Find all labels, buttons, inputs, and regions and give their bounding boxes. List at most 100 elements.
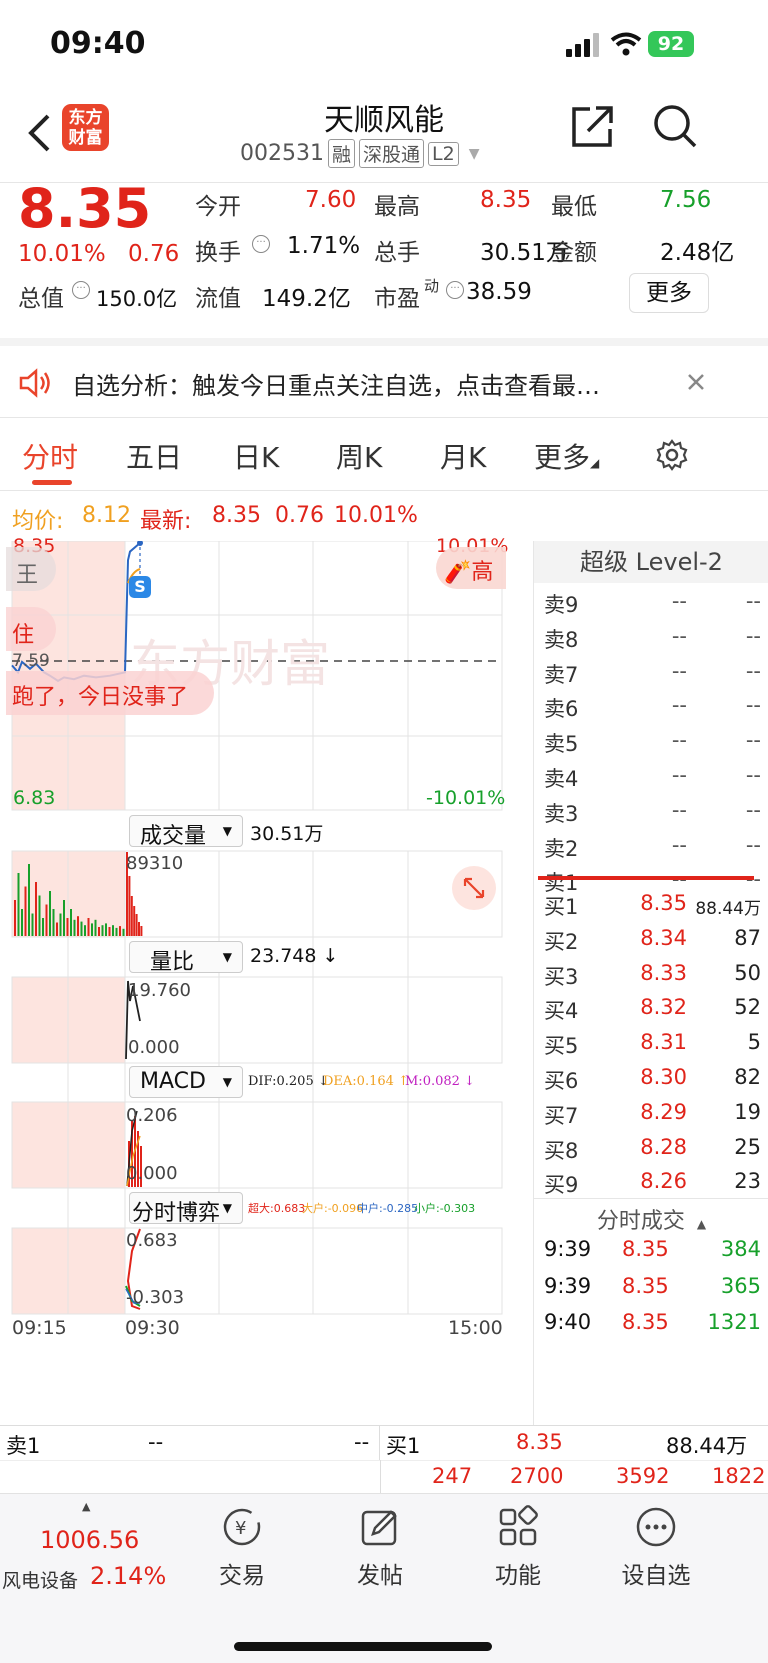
pe-info-icon[interactable]: ··· [446,281,464,299]
bid-row[interactable]: 买6 8.30 82 [534,1061,768,1098]
tab-daily-k[interactable]: 日K [233,436,279,476]
sell-marker[interactable]: S [129,576,151,598]
macd-dropdown[interactable]: MACD ▼ [129,1066,243,1098]
volume-dropdown[interactable]: 成交量 ▼ [129,815,243,849]
bid-row[interactable]: 买1 8.35 88.44万 [534,887,768,924]
nav-add-watchlist[interactable]: 设自选 [596,1504,716,1590]
bid-price: 8.35 [640,891,687,915]
ask-volume: -- [745,658,761,683]
bid-row[interactable]: 买3 8.33 50 [534,957,768,994]
bid-price: 8.31 [640,1030,687,1055]
ask-label: 卖8 [544,627,579,652]
more-button[interactable]: 更多 [629,273,709,313]
ask-price: -- [671,763,687,787]
share-icon[interactable] [570,103,616,149]
tick-price: 8.35 [622,1273,669,1298]
nav-functions[interactable]: 功能 [458,1504,578,1590]
volume-bar [108,927,111,936]
ask-row[interactable]: 卖8 -- -- [534,620,768,657]
settings-gear-icon[interactable] [655,438,689,472]
ask-row[interactable]: 卖5 -- -- [534,724,768,761]
bid-label: 买2 [544,929,579,954]
macd-min-label: 0.000 [126,1163,178,1184]
more-circle-icon [636,1507,676,1547]
ticks-header[interactable]: 分时成交 ▲ [534,1198,768,1234]
ask-row[interactable]: 卖6 -- -- [534,689,768,726]
bid-row[interactable]: 买8 8.28 25 [534,1131,768,1168]
volume-bar [24,886,27,936]
bid-label: 买4 [544,999,579,1024]
badge-l2: L2 [428,141,459,166]
ask-price: -- [671,623,687,648]
nav-post[interactable]: 发帖 [320,1504,440,1590]
bid-price: 8.34 [640,925,687,950]
overlay-chip-3[interactable]: 跑了，今日没事了 [6,671,214,715]
level2-panel: 超级 Level-2 卖9 -- -- 卖8 -- -- 卖7 -- -- 卖6 -- -- 卖5 -- -… [533,541,768,1425]
badge-connect: 深股通 [359,139,425,168]
overlay-chip-2[interactable]: 住 [6,607,56,651]
tick-price: 8.35 [622,1310,669,1334]
volume-bar [59,913,62,936]
game-max-label: 0.683 [126,1230,178,1251]
game-small: 小户:-0.303 [414,1202,476,1215]
notice-bar[interactable]: 自选分析：触发今日重点关注自选，点击查看最… [0,346,768,418]
bid-volume: 5 [747,1030,761,1055]
volume-bar [38,895,41,936]
expand-icon[interactable] [452,866,496,910]
ask-row[interactable]: 卖9 -- -- [534,585,768,622]
volume-max-label: 89310 [126,853,184,874]
ask-row[interactable]: 卖4 -- -- [534,759,768,796]
volume-bar [35,882,37,936]
ask-label: 卖4 [544,767,579,791]
ask-price: -- [671,589,687,613]
tab-intraday[interactable]: 分时 [22,436,78,476]
nav-trade[interactable]: ¥ 交易 [182,1504,302,1590]
buy1-label: 买1 [386,1434,421,1458]
bid-row[interactable]: 买4 8.32 52 [534,991,768,1028]
ask-label: 卖2 [544,836,579,861]
volume-dropdown-label: 成交量 [140,824,207,849]
bid-row[interactable]: 买5 8.31 5 [534,1026,768,1063]
search-icon[interactable] [652,103,698,149]
bid-price: 8.32 [640,995,687,1020]
pe-superscript: 动 [424,277,440,295]
volume-bar [87,918,90,936]
ask-row[interactable]: 卖2 -- -- [534,829,768,866]
volume-bar [105,923,107,936]
volume-ratio-dropdown[interactable]: 量比 ▼ [129,941,243,975]
tab-monthly-k[interactable]: 月K [440,436,486,476]
bid-row[interactable]: 买9 8.26 23 [534,1165,768,1202]
macd-dea: DEA:0.164 ↑ [323,1074,409,1089]
intraday-chart-area[interactable]: 东方财富 8.35 10.01% 6.83 -10.01% 7.59 王 住 跑… [0,535,533,1425]
level2-title[interactable]: 超级 Level-2 [534,541,768,583]
bid-row[interactable]: 买2 8.34 87 [534,922,768,959]
volume-bar [21,909,23,936]
limit-up-chip[interactable]: 🧨高 [436,547,506,589]
ask-row[interactable]: 卖7 -- -- [534,655,768,692]
ticks-title: 分时成交 [596,1209,685,1234]
tab-five-day[interactable]: 五日 [126,436,182,476]
limit-up-label: 高 [471,560,494,585]
turnover-info-icon[interactable]: ··· [252,235,270,253]
info-icon[interactable]: ··· [72,281,90,299]
stock-header: 东方 财富 天顺风能 002531 融 深股通 L2 ▼ [0,95,768,183]
y-bottom-right: -10.01% [426,787,506,809]
ask-row[interactable]: 卖3 -- -- [534,794,768,831]
bid-row[interactable]: 买7 8.29 19 [534,1096,768,1133]
edit-post-icon [361,1510,397,1546]
tab-more[interactable]: 更多◢ [534,436,599,476]
buy1-volume: 88.44万 [666,1434,748,1458]
quote-panel: 8.35 10.01% 0.76 今开 7.60 最高 8.35 最低 7.56 换手 1.7… [0,177,768,346]
volume-bar [101,925,104,936]
game-dropdown[interactable]: 分时博弈 ▼ [129,1192,243,1226]
nav-add-watchlist-label: 设自选 [621,1563,691,1589]
tab-weekly-k[interactable]: 周K [336,436,382,476]
sector-index-widget[interactable]: ▲ 1006.56 风电设备 2.14% [0,1494,178,1594]
volume-bar [115,927,118,936]
bid-label: 买5 [544,1034,579,1059]
dropdown-arrow-icon[interactable]: ▼ [469,146,480,162]
close-icon[interactable] [686,372,706,392]
overlay-chip-1[interactable]: 王 [6,547,56,591]
functions-grid-icon [499,1505,538,1546]
bid-label: 买9 [544,1173,579,1198]
